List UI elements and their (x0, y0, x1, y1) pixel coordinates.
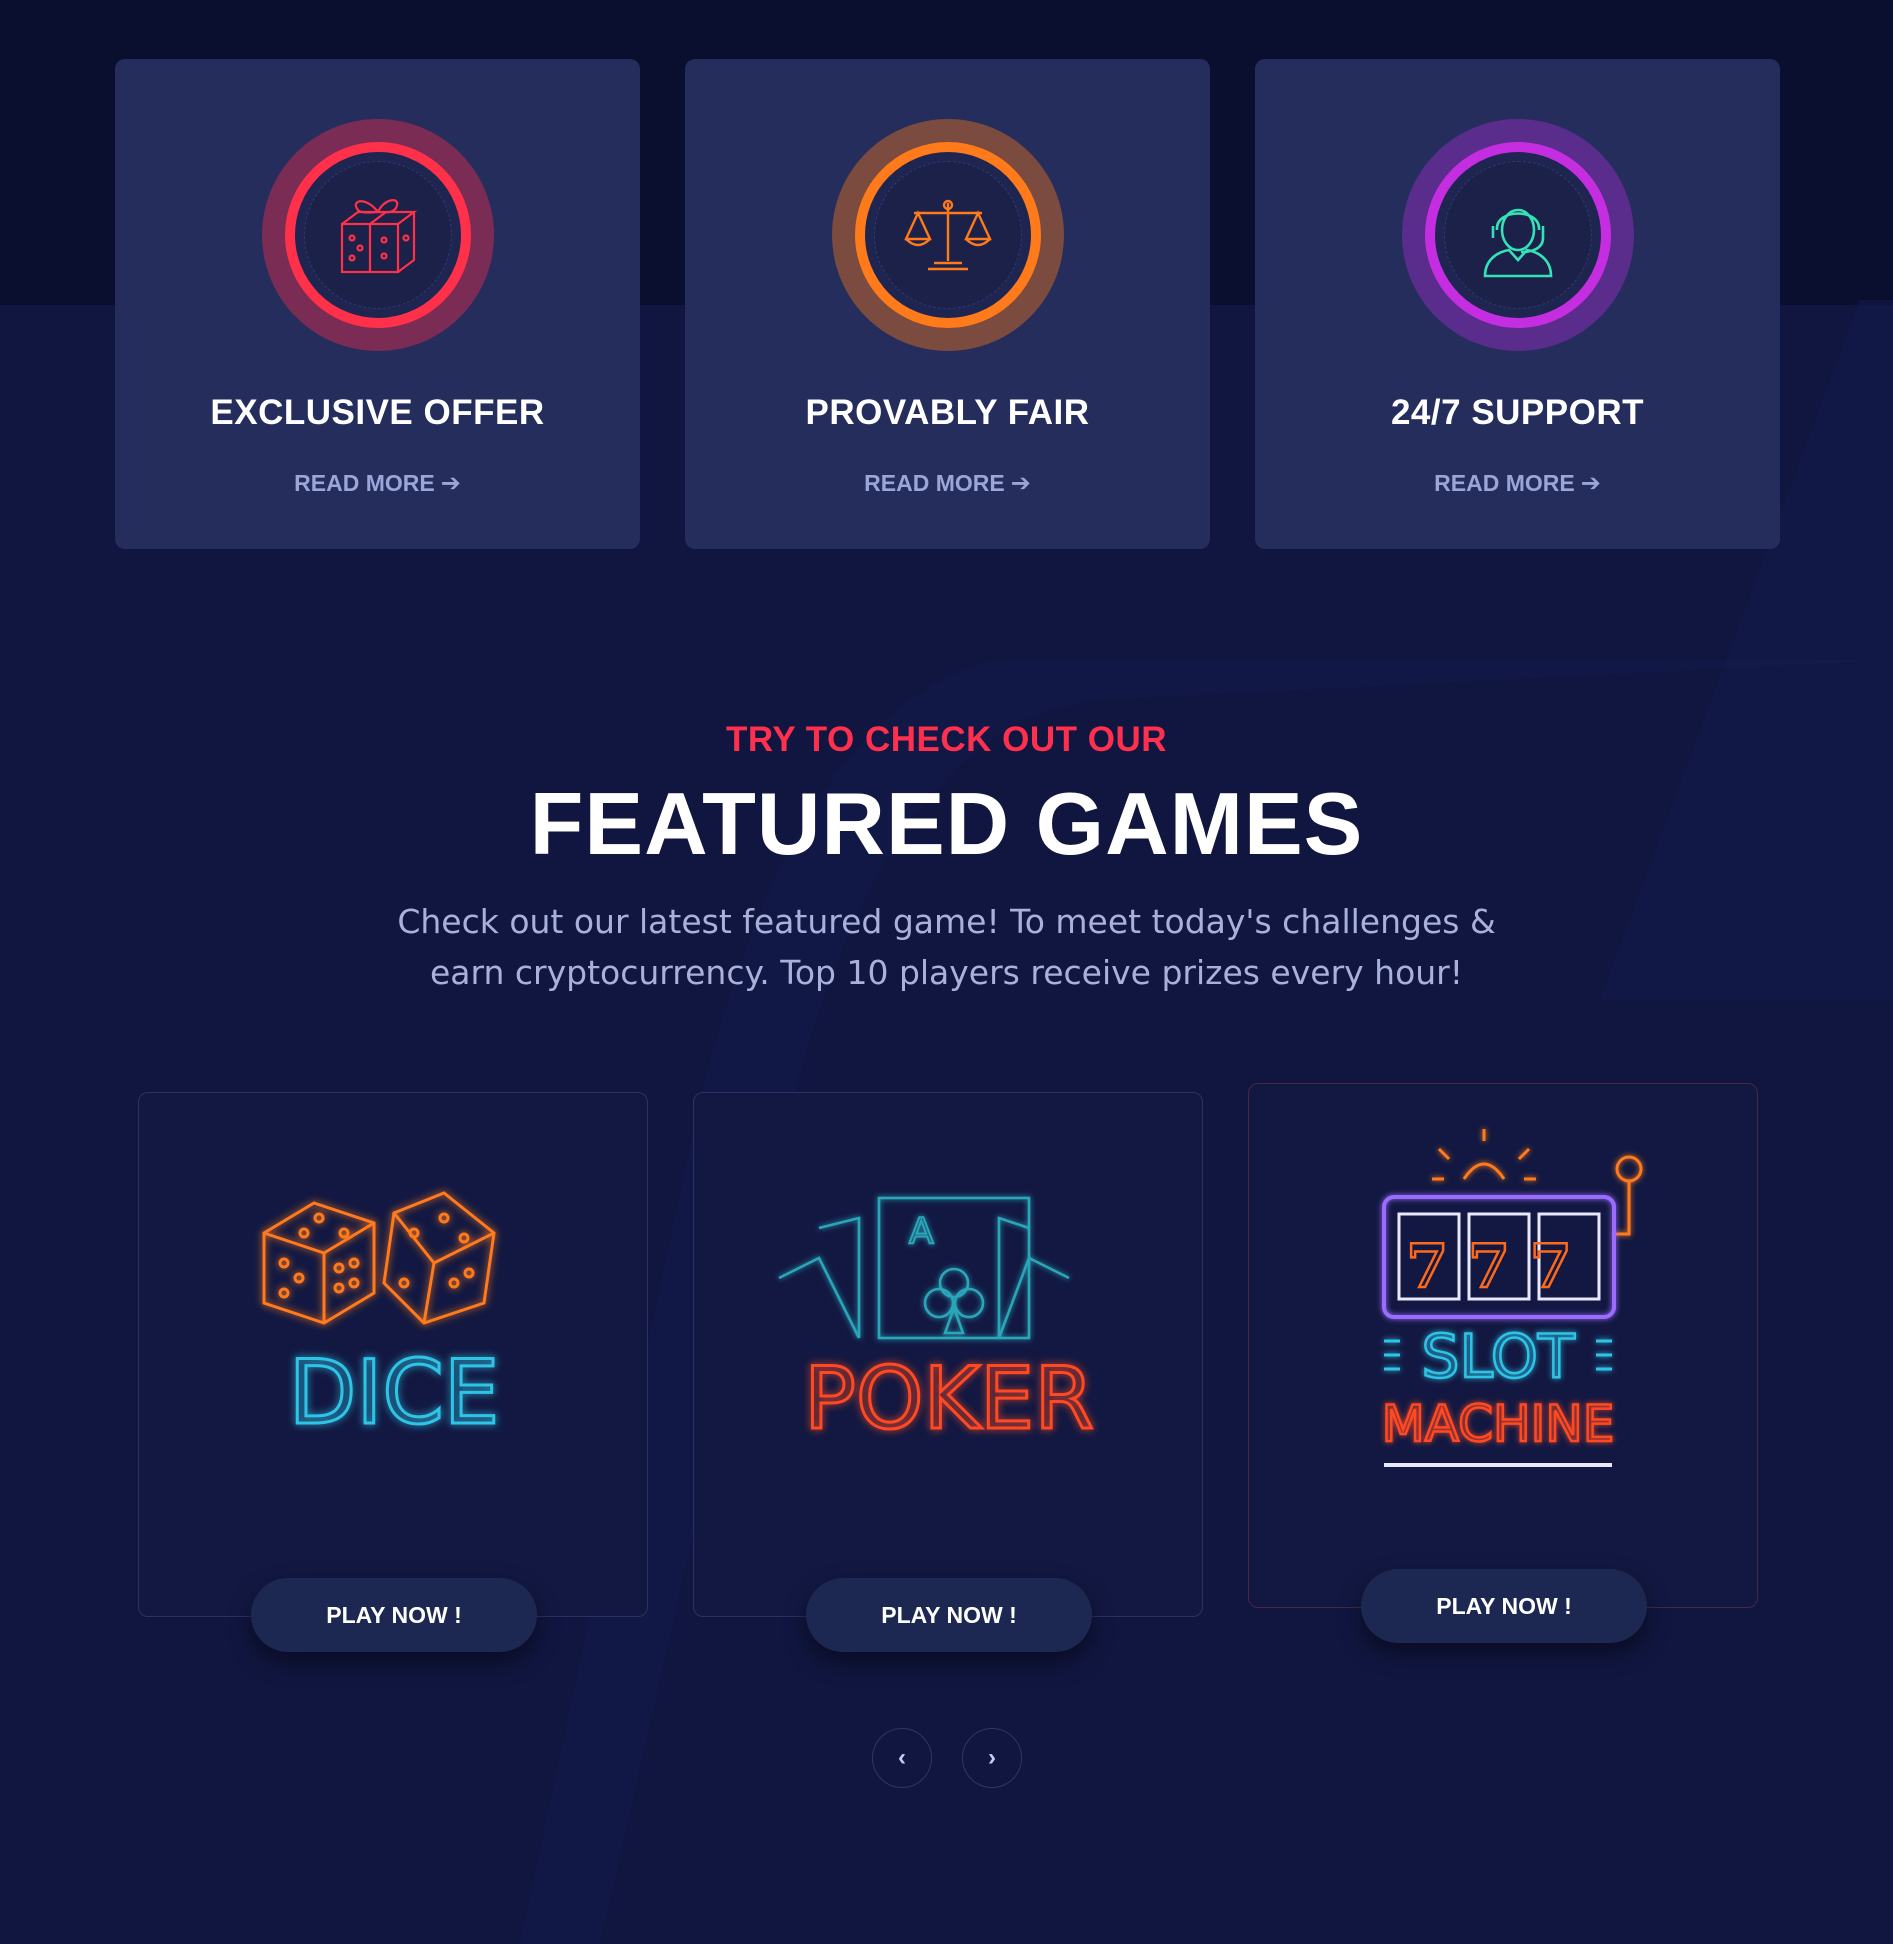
neon-poker-cards-icon: A POKER (694, 1093, 1204, 1533)
neon-dice-icon: DICE (139, 1093, 649, 1533)
slot-art-label: SLOT (1421, 1322, 1575, 1392)
feature-badge (831, 119, 1064, 351)
previous-button[interactable]: ‹ (872, 1728, 932, 1788)
gift-icon (340, 199, 417, 274)
read-more-link[interactable]: READ MORE ➔ (294, 469, 461, 498)
feature-card-exclusive-offer: EXCLUSIVE OFFER READ MORE ➔ (115, 59, 640, 549)
read-more-label: READ MORE (1434, 470, 1575, 496)
section-description: Check out our latest featured game! To m… (397, 902, 1496, 993)
games-carousel: DICE PLAY NOW ! A POKER PLAY NOW ! 777 S… (138, 1083, 1758, 1663)
section-title: FEATURED GAMES (529, 774, 1364, 873)
neon-slot-machine-icon: 777 SLOT MACHINE (1249, 1084, 1759, 1524)
game-card-poker[interactable]: A POKER PLAY NOW ! (693, 1092, 1204, 1652)
read-more-label: READ MORE (864, 470, 1005, 496)
support-agent-icon (1483, 208, 1552, 278)
chevron-right-icon: › (988, 1744, 996, 1771)
play-now-button-dice[interactable]: PLAY NOW ! (251, 1578, 537, 1652)
features-row: EXCLUSIVE OFFER READ MORE ➔ PROVABLY FAI… (115, 59, 1780, 549)
poker-art-label: POKER (804, 1349, 1094, 1449)
game-card-slot-machine[interactable]: 777 SLOT MACHINE PLAY NOW ! (1248, 1083, 1759, 1643)
arrow-right-icon: ➔ (1580, 470, 1601, 497)
play-now-button-poker[interactable]: PLAY NOW ! (806, 1578, 1092, 1652)
feature-card-support: 24/7 SUPPORT READ MORE ➔ (1255, 59, 1780, 549)
carousel-pager: ‹ › (872, 1728, 1022, 1788)
game-card-dice[interactable]: DICE PLAY NOW ! (138, 1092, 649, 1652)
next-button[interactable]: › (962, 1728, 1022, 1788)
read-more-link[interactable]: READ MORE ➔ (1434, 469, 1601, 498)
read-more-label: READ MORE (294, 470, 435, 496)
feature-title: 24/7 SUPPORT (1390, 393, 1645, 432)
arrow-right-icon: ➔ (440, 470, 461, 497)
feature-badge (1401, 119, 1634, 351)
featured-games-heading: TRY TO CHECK OUT OUR FEATURED GAMES Chec… (0, 720, 1893, 998)
chevron-left-icon: ‹ (898, 1744, 906, 1771)
feature-title: PROVABLY FAIR (805, 393, 1090, 432)
feature-card-provably-fair: PROVABLY FAIR READ MORE ➔ (685, 59, 1210, 549)
section-eyebrow: TRY TO CHECK OUT OUR (725, 720, 1168, 759)
feature-badge (261, 119, 494, 351)
feature-title: EXCLUSIVE OFFER (210, 393, 545, 432)
read-more-link[interactable]: READ MORE ➔ (864, 469, 1031, 498)
play-now-button-slot-machine[interactable]: PLAY NOW ! (1361, 1569, 1647, 1643)
slot-reels-label: 777 (1406, 1232, 1591, 1302)
scales-icon (903, 199, 992, 271)
machine-art-label: MACHINE (1382, 1395, 1615, 1453)
arrow-right-icon: ➔ (1010, 470, 1031, 497)
dice-art-label: DICE (289, 1341, 500, 1444)
svg-text:A: A (909, 1211, 934, 1252)
